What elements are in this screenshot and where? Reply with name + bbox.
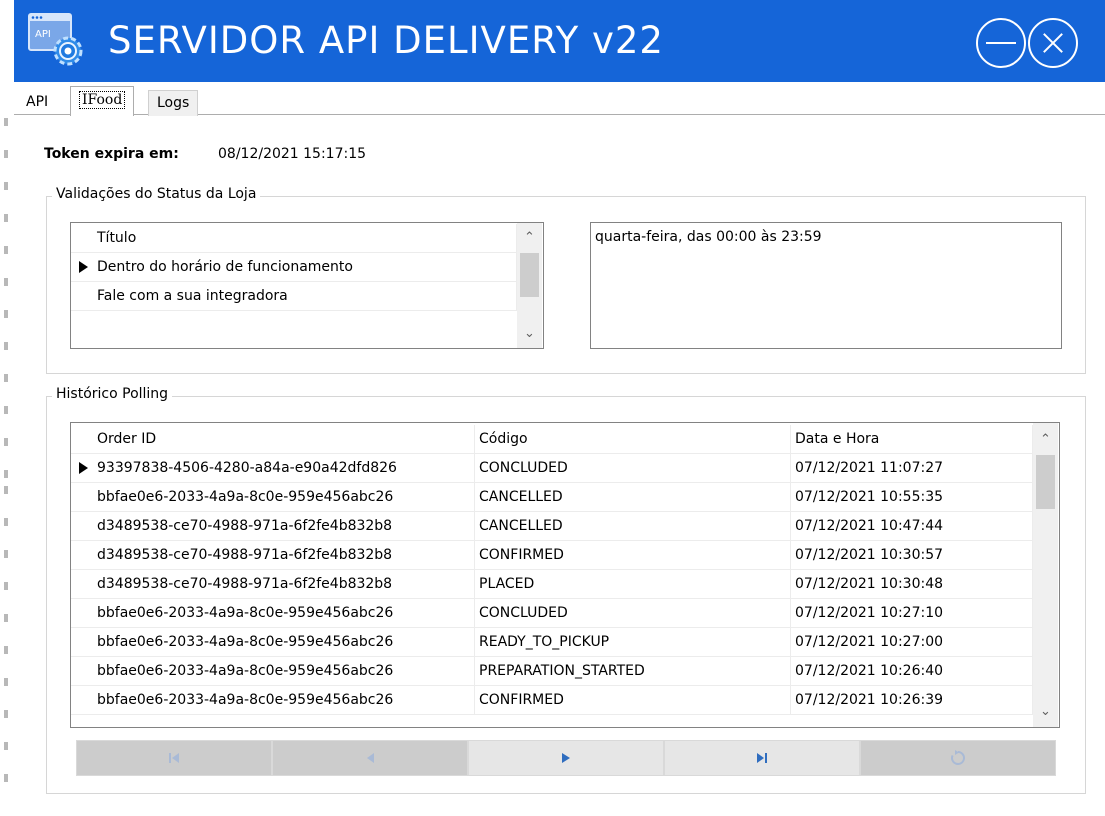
cell-titulo: Fale com a sua integradora bbox=[93, 282, 517, 311]
row-indicator bbox=[71, 599, 93, 628]
cell-data-hora: 07/12/2021 10:26:39 bbox=[791, 686, 1033, 715]
column-header-titulo[interactable]: Título bbox=[93, 224, 517, 253]
cell-titulo: Dentro do horário de funcionamento bbox=[93, 253, 517, 282]
row-indicator bbox=[71, 483, 93, 512]
cell-order-id: d3489538-ce70-4988-971a-6f2fe4b832b8 bbox=[93, 512, 475, 541]
refresh-button[interactable] bbox=[860, 740, 1056, 776]
cell-data-hora: 07/12/2021 10:27:00 bbox=[791, 628, 1033, 657]
table-row[interactable]: bbfae0e6-2033-4a9a-8c0e-959e456abc26 CAN… bbox=[71, 483, 1033, 512]
status-detail-memo[interactable]: quarta-feira, das 00:00 às 23:59 bbox=[590, 222, 1062, 349]
scroll-thumb[interactable] bbox=[520, 253, 539, 297]
cell-order-id: d3489538-ce70-4988-971a-6f2fe4b832b8 bbox=[93, 570, 475, 599]
polling-grid-scrollbar[interactable]: ⌃ ⌄ bbox=[1033, 423, 1058, 727]
cell-codigo: PREPARATION_STARTED bbox=[475, 657, 791, 686]
column-header-codigo[interactable]: Código bbox=[475, 425, 791, 454]
cell-data-hora: 07/12/2021 10:27:10 bbox=[791, 599, 1033, 628]
table-row[interactable]: bbfae0e6-2033-4a9a-8c0e-959e456abc26 REA… bbox=[71, 628, 1033, 657]
column-header-order-id[interactable]: Order ID bbox=[93, 425, 475, 454]
first-record-icon bbox=[169, 753, 179, 763]
db-navigator bbox=[76, 740, 1056, 776]
cell-order-id: bbfae0e6-2033-4a9a-8c0e-959e456abc26 bbox=[93, 686, 475, 715]
refresh-icon bbox=[951, 750, 965, 765]
token-expiry-label: Token expira em: bbox=[44, 146, 179, 162]
row-indicator bbox=[71, 224, 93, 253]
next-record-button[interactable] bbox=[468, 740, 664, 776]
table-row[interactable]: d3489538-ce70-4988-971a-6f2fe4b832b8 CON… bbox=[71, 541, 1033, 570]
left-gutter bbox=[0, 0, 14, 816]
cell-data-hora: 07/12/2021 11:07:27 bbox=[791, 454, 1033, 483]
cell-codigo: READY_TO_PICKUP bbox=[475, 628, 791, 657]
scroll-thumb[interactable] bbox=[1036, 455, 1055, 509]
row-indicator-arrow-icon bbox=[71, 454, 93, 483]
table-row[interactable]: bbfae0e6-2033-4a9a-8c0e-959e456abc26 CON… bbox=[71, 599, 1033, 628]
cell-codigo: CONCLUDED bbox=[475, 599, 791, 628]
first-record-button[interactable] bbox=[76, 740, 272, 776]
table-row[interactable]: bbfae0e6-2033-4a9a-8c0e-959e456abc26 CON… bbox=[71, 686, 1033, 715]
cell-order-id: bbfae0e6-2033-4a9a-8c0e-959e456abc26 bbox=[93, 628, 475, 657]
store-status-group-title: Validações do Status da Loja bbox=[52, 186, 261, 202]
cell-order-id: bbfae0e6-2033-4a9a-8c0e-959e456abc26 bbox=[93, 483, 475, 512]
row-indicator bbox=[71, 541, 93, 570]
polling-history-group-title: Histórico Polling bbox=[52, 386, 173, 402]
scroll-down-icon[interactable]: ⌄ bbox=[517, 321, 542, 346]
tab-api[interactable]: API bbox=[18, 90, 56, 116]
cell-data-hora: 07/12/2021 10:47:44 bbox=[791, 512, 1033, 541]
row-indicator bbox=[71, 628, 93, 657]
row-indicator bbox=[71, 686, 93, 715]
svg-text:API: API bbox=[35, 29, 51, 40]
next-record-icon bbox=[562, 753, 570, 763]
cell-order-id: 93397838-4506-4280-a84a-e90a42dfd826 bbox=[93, 454, 475, 483]
table-row[interactable]: d3489538-ce70-4988-971a-6f2fe4b832b8 PLA… bbox=[71, 570, 1033, 599]
scroll-up-icon[interactable]: ⌃ bbox=[517, 225, 542, 250]
cell-codigo: CANCELLED bbox=[475, 512, 791, 541]
tab-ifood-label: IFood bbox=[79, 91, 126, 109]
api-gear-icon: API bbox=[28, 13, 86, 69]
table-row[interactable]: Fale com a sua integradora bbox=[71, 282, 517, 311]
row-indicator bbox=[71, 425, 93, 454]
prior-record-icon bbox=[367, 753, 374, 763]
status-validation-grid[interactable]: Título Dentro do horário de funcionament… bbox=[70, 222, 544, 349]
cell-codigo: CONCLUDED bbox=[475, 454, 791, 483]
cell-codigo: CANCELLED bbox=[475, 483, 791, 512]
cell-order-id: d3489538-ce70-4988-971a-6f2fe4b832b8 bbox=[93, 541, 475, 570]
cell-order-id: bbfae0e6-2033-4a9a-8c0e-959e456abc26 bbox=[93, 599, 475, 628]
row-indicator bbox=[71, 512, 93, 541]
grid-header: Order ID Código Data e Hora bbox=[71, 425, 1033, 454]
cell-codigo: PLACED bbox=[475, 570, 791, 599]
last-record-button[interactable] bbox=[664, 740, 860, 776]
row-indicator-arrow-icon bbox=[71, 253, 93, 282]
scroll-up-icon[interactable]: ⌃ bbox=[1033, 427, 1058, 452]
row-indicator bbox=[71, 657, 93, 686]
window-title: SERVIDOR API DELIVERY v22 bbox=[108, 19, 664, 62]
status-grid-scrollbar[interactable]: ⌃ ⌄ bbox=[517, 223, 542, 348]
minimize-button[interactable] bbox=[976, 18, 1026, 68]
cell-codigo: CONFIRMED bbox=[475, 541, 791, 570]
cell-data-hora: 07/12/2021 10:55:35 bbox=[791, 483, 1033, 512]
cell-order-id: bbfae0e6-2033-4a9a-8c0e-959e456abc26 bbox=[93, 657, 475, 686]
row-indicator bbox=[71, 282, 93, 311]
grid-header: Título bbox=[71, 224, 517, 253]
row-indicator bbox=[71, 570, 93, 599]
polling-history-grid[interactable]: Order ID Código Data e Hora 93397838-450… bbox=[70, 422, 1060, 728]
table-row[interactable]: bbfae0e6-2033-4a9a-8c0e-959e456abc26 PRE… bbox=[71, 657, 1033, 686]
table-row[interactable]: 93397838-4506-4280-a84a-e90a42dfd826 CON… bbox=[71, 454, 1033, 483]
column-header-data-hora[interactable]: Data e Hora bbox=[791, 425, 1033, 454]
tab-logs[interactable]: Logs bbox=[148, 90, 199, 116]
prior-record-button[interactable] bbox=[272, 740, 468, 776]
token-expiry-value: 08/12/2021 15:17:15 bbox=[218, 146, 367, 162]
title-bar[interactable]: API SERVIDOR API DELIVERY v22 bbox=[14, 0, 1105, 82]
last-record-icon bbox=[757, 753, 767, 763]
table-row[interactable]: d3489538-ce70-4988-971a-6f2fe4b832b8 CAN… bbox=[71, 512, 1033, 541]
table-row[interactable]: Dentro do horário de funcionamento bbox=[71, 253, 517, 282]
cell-data-hora: 07/12/2021 10:30:48 bbox=[791, 570, 1033, 599]
cell-codigo: CONFIRMED bbox=[475, 686, 791, 715]
cell-data-hora: 07/12/2021 10:30:57 bbox=[791, 541, 1033, 570]
tab-ifood[interactable]: IFood bbox=[70, 86, 135, 116]
close-button[interactable] bbox=[1028, 18, 1078, 68]
scroll-down-icon[interactable]: ⌄ bbox=[1033, 699, 1058, 724]
cell-data-hora: 07/12/2021 10:26:40 bbox=[791, 657, 1033, 686]
